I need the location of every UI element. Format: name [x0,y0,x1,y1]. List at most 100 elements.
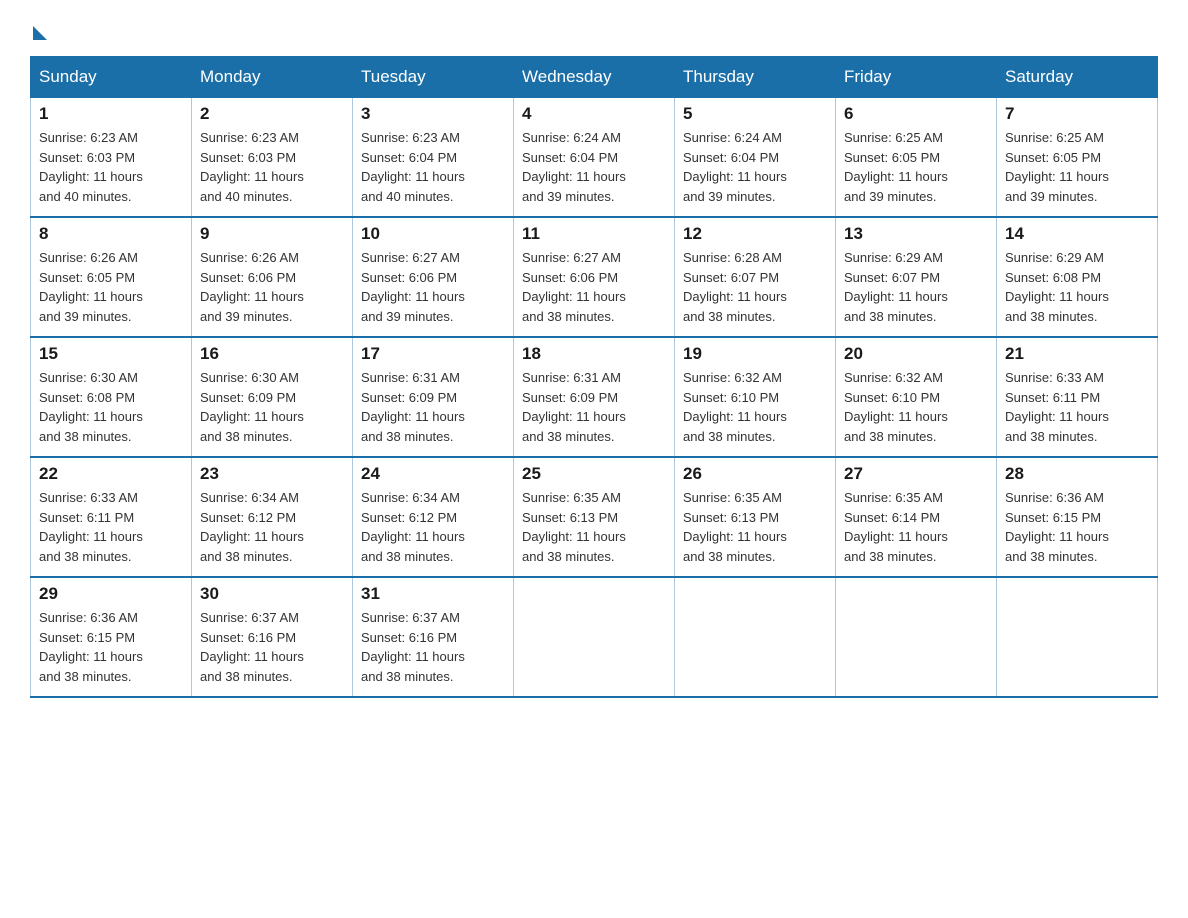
day-of-week-header: Monday [192,57,353,98]
day-info: Sunrise: 6:35 AMSunset: 6:13 PMDaylight:… [522,488,666,566]
day-number: 29 [39,584,183,604]
day-of-week-header: Wednesday [514,57,675,98]
calendar-day-cell: 8 Sunrise: 6:26 AMSunset: 6:05 PMDaylight… [31,217,192,337]
day-info: Sunrise: 6:31 AMSunset: 6:09 PMDaylight:… [522,368,666,446]
calendar-day-cell: 2Sunrise: 6:23 AMSunset: 6:03 PMDaylight… [192,98,353,218]
day-number: 8 [39,224,183,244]
calendar-day-cell: 29Sunrise: 6:36 AMSunset: 6:15 PMDayligh… [31,577,192,697]
calendar-day-cell [675,577,836,697]
calendar-day-cell: 16Sunrise: 6:30 AMSunset: 6:09 PMDayligh… [192,337,353,457]
day-info: Sunrise: 6:37 AMSunset: 6:16 PMDaylight:… [361,608,505,686]
calendar-week-row: 22Sunrise: 6:33 AMSunset: 6:11 PMDayligh… [31,457,1158,577]
header [30,20,1158,40]
day-number: 23 [200,464,344,484]
calendar-day-cell: 27 Sunrise: 6:35 AMSunset: 6:14 PMDayligh… [836,457,997,577]
day-number: 24 [361,464,505,484]
calendar-day-cell: 14 Sunrise: 6:29 AMSunset: 6:08 PMDayligh… [997,217,1158,337]
day-info: Sunrise: 6:24 AMSunset: 6:04 PMDaylight:… [522,128,666,206]
day-of-week-header: Sunday [31,57,192,98]
day-info: Sunrise: 6:36 AMSunset: 6:15 PMDaylight:… [1005,488,1149,566]
day-number: 10 [361,224,505,244]
calendar-day-cell: 12 Sunrise: 6:28 AMSunset: 6:07 PMDayligh… [675,217,836,337]
calendar-day-cell: 6 Sunrise: 6:25 AMSunset: 6:05 PMDaylight… [836,98,997,218]
day-of-week-header: Friday [836,57,997,98]
day-number: 1 [39,104,183,124]
calendar-week-row: 1 Sunrise: 6:23 AMSunset: 6:03 PMDaylight… [31,98,1158,218]
calendar-day-cell: 23 Sunrise: 6:34 AMSunset: 6:12 PMDayligh… [192,457,353,577]
day-of-week-header: Thursday [675,57,836,98]
day-info: Sunrise: 6:34 AMSunset: 6:12 PMDaylight:… [361,488,505,566]
calendar-day-cell: 22Sunrise: 6:33 AMSunset: 6:11 PMDayligh… [31,457,192,577]
day-number: 14 [1005,224,1149,244]
day-info: Sunrise: 6:35 AMSunset: 6:13 PMDaylight:… [683,488,827,566]
day-number: 27 [844,464,988,484]
day-number: 17 [361,344,505,364]
calendar-day-cell: 15Sunrise: 6:30 AMSunset: 6:08 PMDayligh… [31,337,192,457]
day-number: 9 [200,224,344,244]
calendar-day-cell: 21 Sunrise: 6:33 AMSunset: 6:11 PMDayligh… [997,337,1158,457]
day-number: 4 [522,104,666,124]
calendar-header-row: SundayMondayTuesdayWednesdayThursdayFrid… [31,57,1158,98]
calendar-day-cell: 31 Sunrise: 6:37 AMSunset: 6:16 PMDayligh… [353,577,514,697]
calendar-week-row: 8 Sunrise: 6:26 AMSunset: 6:05 PMDaylight… [31,217,1158,337]
calendar-day-cell: 25 Sunrise: 6:35 AMSunset: 6:13 PMDayligh… [514,457,675,577]
day-info: Sunrise: 6:31 AMSunset: 6:09 PMDaylight:… [361,368,505,446]
day-info: Sunrise: 6:33 AMSunset: 6:11 PMDaylight:… [1005,368,1149,446]
day-number: 11 [522,224,666,244]
calendar-day-cell [997,577,1158,697]
day-info: Sunrise: 6:28 AMSunset: 6:07 PMDaylight:… [683,248,827,326]
calendar-day-cell: 10 Sunrise: 6:27 AMSunset: 6:06 PMDayligh… [353,217,514,337]
day-of-week-header: Saturday [997,57,1158,98]
calendar-day-cell: 26 Sunrise: 6:35 AMSunset: 6:13 PMDayligh… [675,457,836,577]
calendar-day-cell: 19Sunrise: 6:32 AMSunset: 6:10 PMDayligh… [675,337,836,457]
day-number: 31 [361,584,505,604]
day-info: Sunrise: 6:23 AMSunset: 6:03 PMDaylight:… [39,128,183,206]
day-info: Sunrise: 6:23 AMSunset: 6:04 PMDaylight:… [361,128,505,206]
calendar-day-cell: 13Sunrise: 6:29 AMSunset: 6:07 PMDayligh… [836,217,997,337]
calendar-day-cell: 24 Sunrise: 6:34 AMSunset: 6:12 PMDayligh… [353,457,514,577]
day-info: Sunrise: 6:29 AMSunset: 6:07 PMDaylight:… [844,248,988,326]
day-info: Sunrise: 6:27 AMSunset: 6:06 PMDaylight:… [361,248,505,326]
day-info: Sunrise: 6:26 AMSunset: 6:05 PMDaylight:… [39,248,183,326]
day-info: Sunrise: 6:35 AMSunset: 6:14 PMDaylight:… [844,488,988,566]
day-number: 5 [683,104,827,124]
day-info: Sunrise: 6:30 AMSunset: 6:09 PMDaylight:… [200,368,344,446]
day-number: 28 [1005,464,1149,484]
day-info: Sunrise: 6:32 AMSunset: 6:10 PMDaylight:… [844,368,988,446]
calendar-day-cell: 3 Sunrise: 6:23 AMSunset: 6:04 PMDaylight… [353,98,514,218]
calendar-day-cell: 4 Sunrise: 6:24 AMSunset: 6:04 PMDaylight… [514,98,675,218]
calendar-day-cell: 5 Sunrise: 6:24 AMSunset: 6:04 PMDaylight… [675,98,836,218]
day-info: Sunrise: 6:23 AMSunset: 6:03 PMDaylight:… [200,128,344,206]
day-number: 26 [683,464,827,484]
logo [30,20,47,40]
logo-arrow-icon [33,26,47,40]
calendar-day-cell: 17 Sunrise: 6:31 AMSunset: 6:09 PMDayligh… [353,337,514,457]
day-info: Sunrise: 6:30 AMSunset: 6:08 PMDaylight:… [39,368,183,446]
day-of-week-header: Tuesday [353,57,514,98]
calendar-week-row: 29Sunrise: 6:36 AMSunset: 6:15 PMDayligh… [31,577,1158,697]
day-info: Sunrise: 6:29 AMSunset: 6:08 PMDaylight:… [1005,248,1149,326]
calendar: SundayMondayTuesdayWednesdayThursdayFrid… [30,56,1158,698]
day-info: Sunrise: 6:34 AMSunset: 6:12 PMDaylight:… [200,488,344,566]
calendar-day-cell: 7Sunrise: 6:25 AMSunset: 6:05 PMDaylight… [997,98,1158,218]
day-info: Sunrise: 6:37 AMSunset: 6:16 PMDaylight:… [200,608,344,686]
day-info: Sunrise: 6:24 AMSunset: 6:04 PMDaylight:… [683,128,827,206]
day-info: Sunrise: 6:25 AMSunset: 6:05 PMDaylight:… [1005,128,1149,206]
calendar-day-cell [514,577,675,697]
day-number: 25 [522,464,666,484]
calendar-day-cell: 18 Sunrise: 6:31 AMSunset: 6:09 PMDayligh… [514,337,675,457]
day-number: 30 [200,584,344,604]
day-info: Sunrise: 6:32 AMSunset: 6:10 PMDaylight:… [683,368,827,446]
day-number: 12 [683,224,827,244]
calendar-day-cell: 11Sunrise: 6:27 AMSunset: 6:06 PMDayligh… [514,217,675,337]
day-number: 18 [522,344,666,364]
day-number: 22 [39,464,183,484]
calendar-day-cell: 9Sunrise: 6:26 AMSunset: 6:06 PMDaylight… [192,217,353,337]
day-number: 6 [844,104,988,124]
day-info: Sunrise: 6:25 AMSunset: 6:05 PMDaylight:… [844,128,988,206]
day-number: 21 [1005,344,1149,364]
calendar-week-row: 15Sunrise: 6:30 AMSunset: 6:08 PMDayligh… [31,337,1158,457]
day-number: 3 [361,104,505,124]
calendar-day-cell: 28 Sunrise: 6:36 AMSunset: 6:15 PMDayligh… [997,457,1158,577]
calendar-day-cell: 1 Sunrise: 6:23 AMSunset: 6:03 PMDaylight… [31,98,192,218]
